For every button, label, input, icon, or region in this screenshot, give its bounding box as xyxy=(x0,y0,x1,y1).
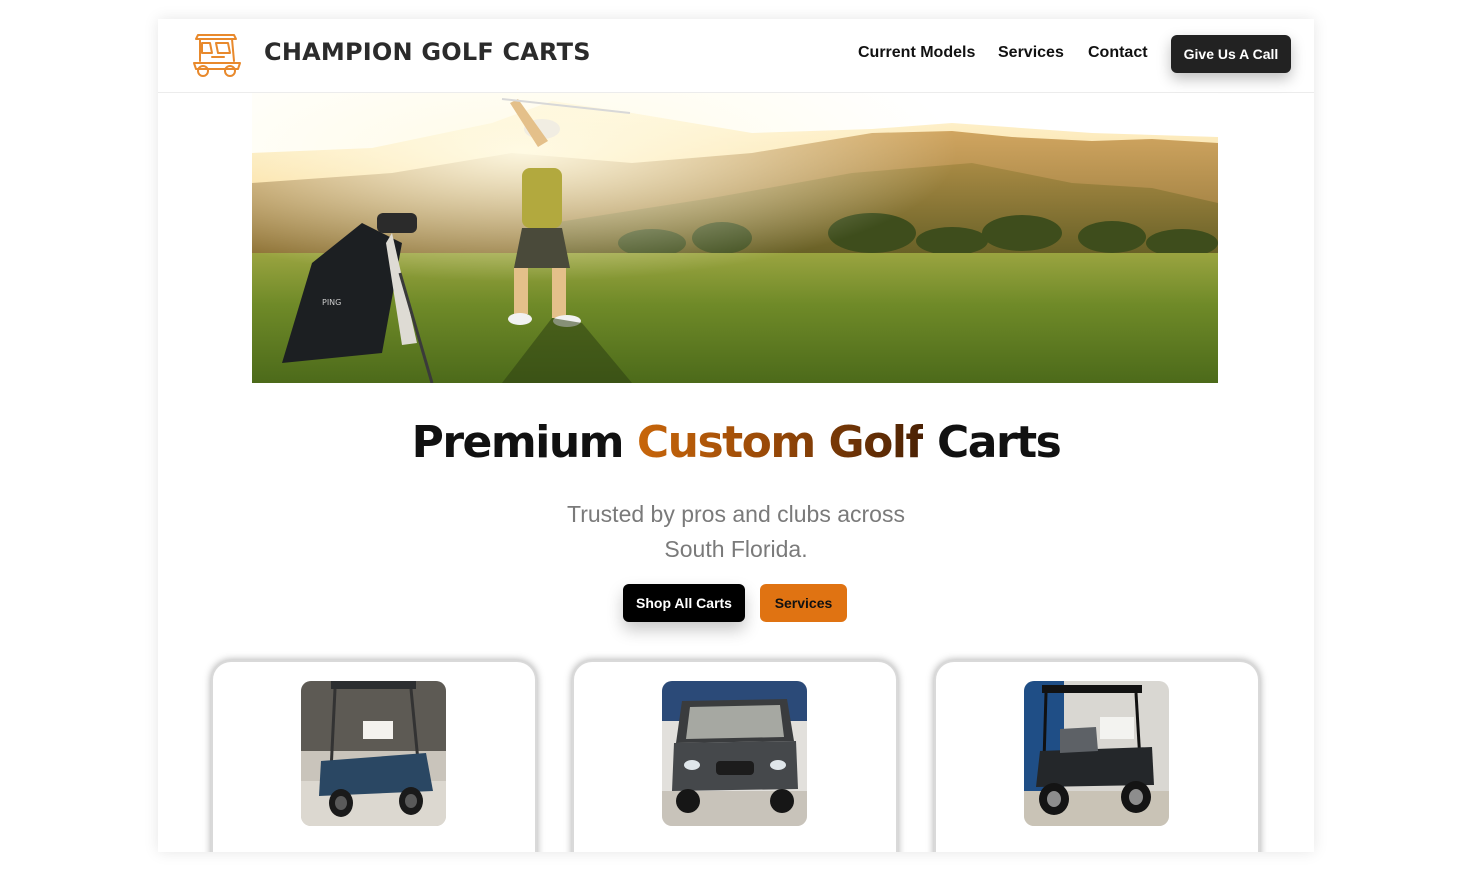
nav-services[interactable]: Services xyxy=(998,44,1064,62)
shop-all-carts-button[interactable]: Shop All Carts xyxy=(623,584,745,622)
hero-image: PING xyxy=(252,93,1218,383)
headline-accent: Custom Golf xyxy=(636,417,925,468)
site-header: CHAMPION GOLF CARTS Current Models Servi… xyxy=(158,19,1314,93)
nav-contact[interactable]: Contact xyxy=(1088,44,1148,62)
headline-carts: Carts xyxy=(936,417,1062,468)
give-us-a-call-button[interactable]: Give Us A Call xyxy=(1171,35,1291,73)
golf-cart-icon[interactable] xyxy=(190,31,244,79)
hero-subtitle: Trusted by pros and clubs across South F… xyxy=(567,501,905,562)
bag-brand-text: PING xyxy=(322,298,341,307)
nav-current-models[interactable]: Current Models xyxy=(858,44,975,62)
headline-premium: Premium xyxy=(411,417,625,468)
brand-name[interactable]: CHAMPION GOLF CARTS xyxy=(264,38,591,66)
black-lifted-golf-cart-photo xyxy=(1024,681,1169,826)
blue-golf-cart-photo xyxy=(301,681,446,826)
hero-headline: Premium Custom Golf Carts xyxy=(158,417,1314,468)
cart-card-blue[interactable] xyxy=(211,660,537,852)
page: CHAMPION GOLF CARTS Current Models Servi… xyxy=(158,19,1314,852)
gray-enclosed-golf-cart-photo xyxy=(662,681,807,826)
cart-card-black[interactable] xyxy=(934,660,1260,852)
cart-card-gray[interactable] xyxy=(572,660,898,852)
services-button[interactable]: Services xyxy=(760,584,847,622)
